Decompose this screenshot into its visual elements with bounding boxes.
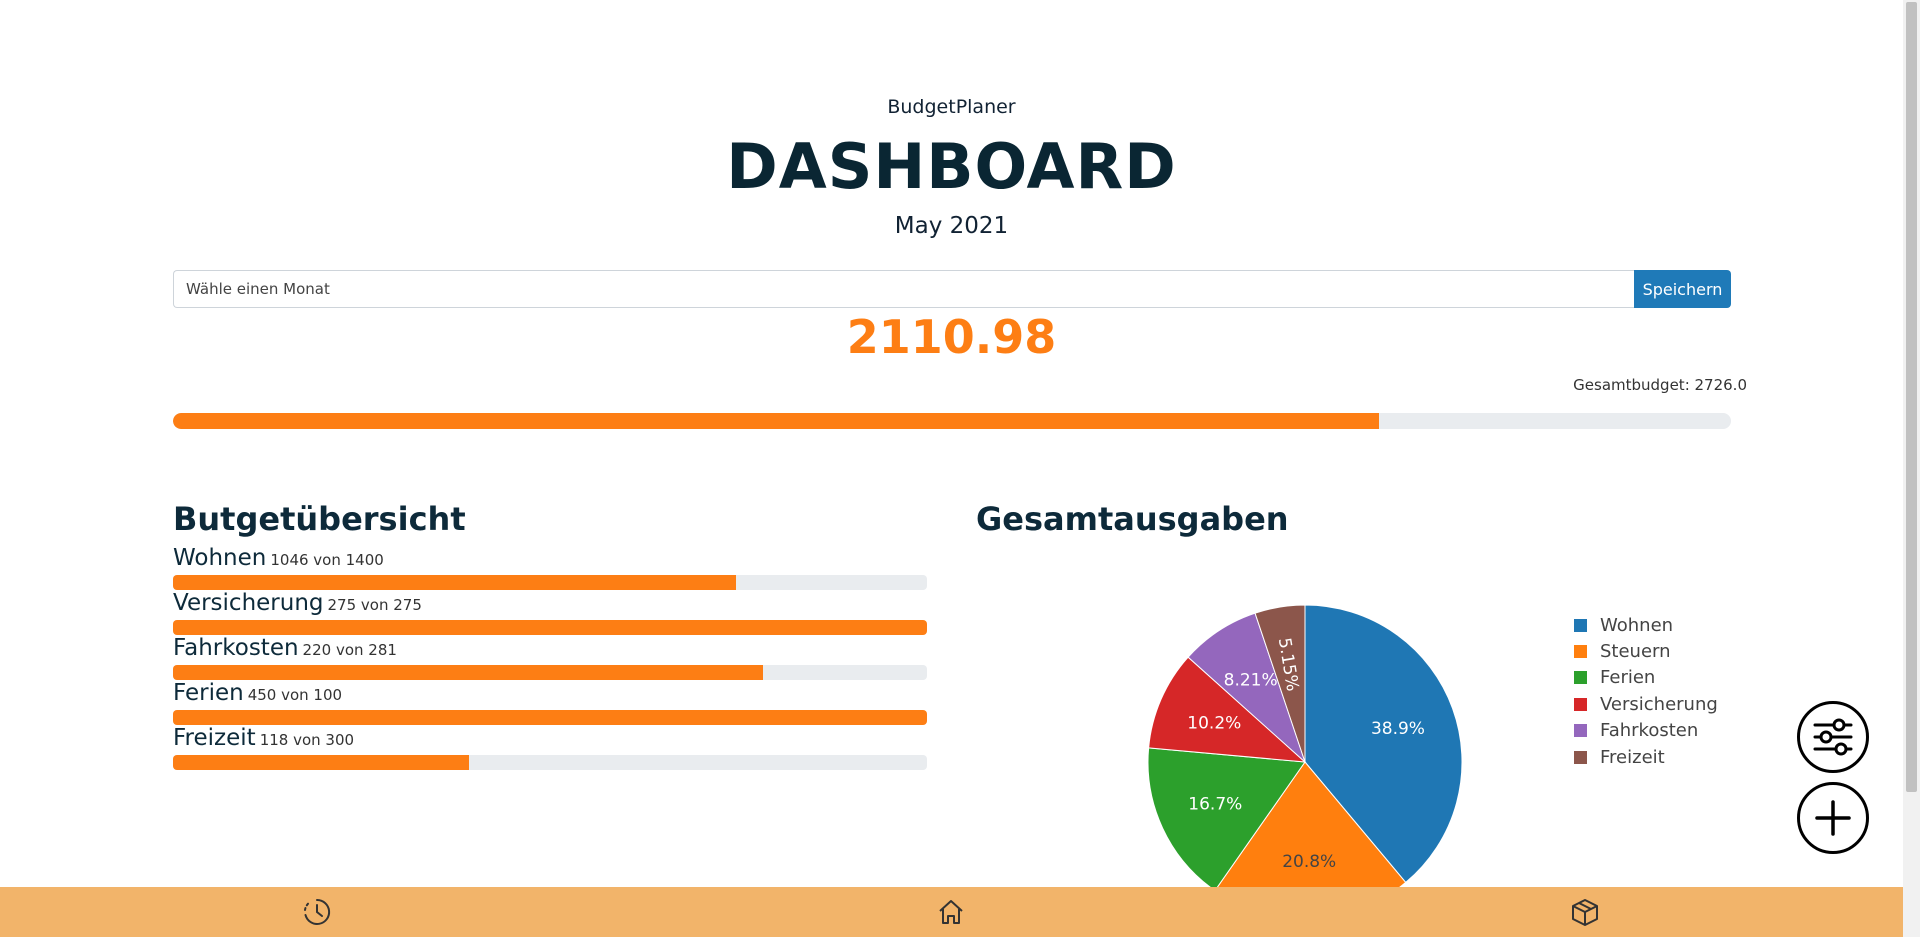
budget-item-progress [173,665,927,680]
legend-item[interactable]: Ferien [1574,665,1718,691]
budget-item-label: Ferien 450 von 100 [173,680,927,710]
budget-item-name: Versicherung [173,590,324,616]
budget-item-amount: 1046 von 1400 [270,551,384,569]
pie-slice-label: 20.8% [1282,852,1336,872]
page-scrollbar[interactable] [1903,0,1920,937]
legend-swatch [1574,618,1587,632]
budget-item-label: Wohnen 1046 von 1400 [173,545,927,575]
legend-item[interactable]: Versicherung [1574,691,1718,717]
legend-label: Fahrkosten [1600,720,1699,742]
budget-item-name: Wohnen [173,545,267,571]
history-icon [304,898,331,925]
legend-swatch [1574,750,1587,764]
nav-products[interactable] [1569,896,1601,928]
expenses-title: Gesamtausgaben [976,500,1289,538]
budget-item-progress [173,620,927,635]
budget-item-progress-fill [173,575,737,590]
filter-button[interactable] [1797,701,1869,773]
box-icon [1572,899,1598,926]
save-button[interactable]: Speichern [1634,270,1731,308]
overview-title: Butgetübersicht [173,500,466,538]
nav-history[interactable] [301,896,333,928]
budget-item-amount: 118 von 300 [259,731,355,749]
budget-list: Wohnen 1046 von 1400 Versicherung 275 von … [173,545,927,770]
budget-item-progress [173,755,927,770]
budget-item-label: Versicherung 275 von 275 [173,590,927,620]
nav-home[interactable] [935,896,967,928]
legend-item[interactable]: Steuern [1574,638,1718,664]
budget-item-progress-fill [173,620,927,635]
scrollbar-thumb[interactable] [1906,2,1917,792]
legend-label: Ferien [1600,667,1656,689]
budget-item-progress [173,710,927,725]
legend-label: Versicherung [1600,693,1718,715]
legend-swatch [1574,671,1587,685]
spent-total: 2110.98 [846,310,1057,364]
current-month: May 2021 [894,213,1009,239]
plus-icon [1815,800,1851,836]
budget-item-progress-fill [173,665,764,680]
budget-item-label: Freizeit 118 von 300 [173,725,927,755]
budget-item: Fahrkosten 220 von 281 [173,635,927,680]
budget-item: Freizeit 118 von 300 [173,725,927,770]
budget-item-amount: 220 von 281 [302,641,397,659]
legend-swatch [1574,645,1587,659]
legend-item[interactable]: Fahrkosten [1574,718,1718,744]
budget-item-name: Ferien [173,680,244,706]
budget-item-name: Freizeit [173,725,256,751]
sliders-icon [1813,718,1853,756]
budget-item: Versicherung 275 von 275 [173,590,927,635]
total-budget-label: Gesamtbudget: 2726.0 [1573,376,1747,394]
brand-name: BudgetPlaner [887,96,1016,118]
bottom-nav [0,887,1903,937]
pie-slice-label: 8.21% [1224,670,1278,690]
budget-item-name: Fahrkosten [173,635,299,661]
legend-label: Freizeit [1600,746,1665,768]
total-budget-progress-fill [173,413,1379,429]
pie-slice-label: 38.9% [1371,719,1425,739]
home-icon [939,900,963,924]
legend-swatch [1574,697,1587,711]
legend-swatch [1574,724,1587,738]
page-title: DASHBOARD [726,130,1177,203]
budget-item: Ferien 450 von 100 [173,680,927,725]
pie-slice-label: 10.2% [1187,714,1241,734]
legend-label: Wohnen [1600,614,1674,636]
budget-item-label: Fahrkosten 220 von 281 [173,635,927,665]
budget-item-amount: 450 von 100 [247,686,343,704]
total-budget-progress [173,413,1731,429]
legend-item[interactable]: Freizeit [1574,744,1718,770]
legend-item[interactable]: Wohnen [1574,612,1718,638]
pie-legend: Wohnen Steuern Ferien Versicherung Fahrkoste… [1574,612,1718,770]
budget-item: Wohnen 1046 von 1400 [173,545,927,590]
legend-label: Steuern [1600,641,1671,663]
pie-slice-label: 16.7% [1188,795,1242,815]
budget-item-amount: 275 von 275 [327,596,422,614]
month-input[interactable] [173,270,1634,308]
add-button[interactable] [1797,782,1869,854]
budget-item-progress [173,575,927,590]
expenses-pie-chart: 38.9%20.8%16.7%10.2%8.21%5.15% [1148,605,1462,887]
budget-item-progress-fill [173,755,470,770]
budget-item-progress-fill [173,710,927,725]
